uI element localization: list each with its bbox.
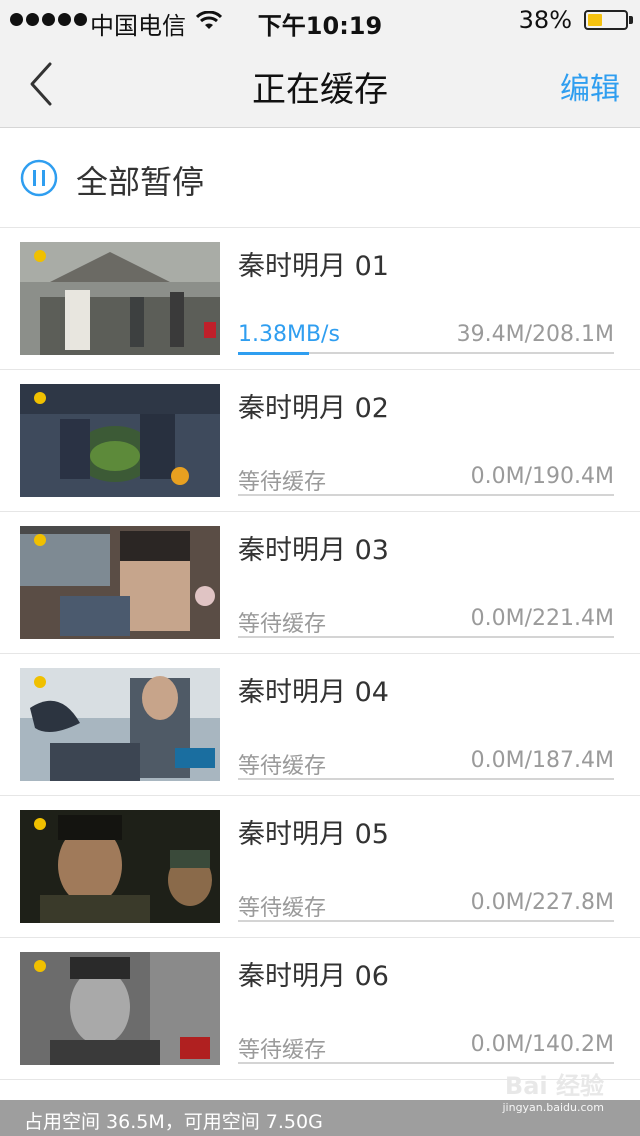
download-size: 39.4M/208.1M <box>456 322 614 347</box>
download-size: 0.0M/221.4M <box>470 606 614 631</box>
download-size: 0.0M/140.2M <box>470 1032 614 1057</box>
watermark: Bai 经验 jingyan.baidu.com <box>484 1066 604 1126</box>
download-item[interactable]: 秦时明月 01 1.38MB/s 39.4M/208.1M <box>0 228 640 370</box>
download-item[interactable]: 秦时明月 02 等待缓存 0.0M/190.4M <box>0 370 640 512</box>
video-thumbnail <box>20 668 220 781</box>
pause-all-label: 全部暂停 <box>76 163 205 201</box>
video-thumbnail <box>20 242 220 355</box>
watermark-url: jingyan.baidu.com <box>502 1101 604 1114</box>
battery-level-fill <box>588 14 602 26</box>
video-thumbnail <box>20 810 220 923</box>
progress-bar <box>238 778 614 780</box>
video-thumbnail <box>20 526 220 639</box>
download-status: 等待缓存 <box>238 612 327 637</box>
episode-title: 秦时明月 02 <box>238 393 389 424</box>
progress-bar <box>238 636 614 638</box>
pause-circle-icon <box>20 159 58 197</box>
progress-bar <box>238 1062 614 1064</box>
status-bar: 中国电信 下午10:19 38% <box>0 0 640 40</box>
video-thumbnail <box>20 952 220 1065</box>
navigation-bar: 正在缓存 编辑 <box>0 40 640 128</box>
download-item[interactable]: 秦时明月 05 等待缓存 0.0M/227.8M <box>0 796 640 938</box>
download-size: 0.0M/227.8M <box>470 890 614 915</box>
download-size: 0.0M/190.4M <box>470 464 614 489</box>
download-item[interactable]: 秦时明月 03 等待缓存 0.0M/221.4M <box>0 512 640 654</box>
progress-bar <box>238 494 614 496</box>
storage-info: 占用空间 36.5M，可用空间 7.50G <box>24 1111 323 1133</box>
watermark-logo-text: Bai 经验 <box>504 1072 604 1100</box>
download-status: 等待缓存 <box>238 754 327 779</box>
video-thumbnail <box>20 384 220 497</box>
episode-title: 秦时明月 05 <box>238 819 389 850</box>
page-title: 正在缓存 <box>252 70 388 110</box>
progress-bar <box>238 352 614 355</box>
pause-all-button[interactable]: 全部暂停 <box>0 128 640 228</box>
download-item[interactable]: 秦时明月 06 等待缓存 0.0M/140.2M <box>0 938 640 1080</box>
progress-bar <box>238 920 614 922</box>
download-status: 等待缓存 <box>238 896 327 921</box>
download-size: 0.0M/187.4M <box>470 748 614 773</box>
download-list: 秦时明月 01 1.38MB/s 39.4M/208.1M 秦时明月 02 等待… <box>0 228 640 1080</box>
episode-title: 秦时明月 06 <box>238 961 389 992</box>
episode-title: 秦时明月 04 <box>238 677 389 708</box>
download-status: 等待缓存 <box>238 470 327 495</box>
battery-percentage: 38% <box>518 6 572 34</box>
download-item[interactable]: 秦时明月 04 等待缓存 0.0M/187.4M <box>0 654 640 796</box>
episode-title: 秦时明月 01 <box>238 251 389 282</box>
battery-icon <box>584 10 628 30</box>
episode-title: 秦时明月 03 <box>238 535 389 566</box>
edit-button[interactable]: 编辑 <box>560 64 620 108</box>
download-status: 等待缓存 <box>238 1038 327 1063</box>
progress-fill <box>238 352 310 355</box>
battery-tip <box>629 16 633 24</box>
download-speed: 1.38MB/s <box>238 322 340 347</box>
